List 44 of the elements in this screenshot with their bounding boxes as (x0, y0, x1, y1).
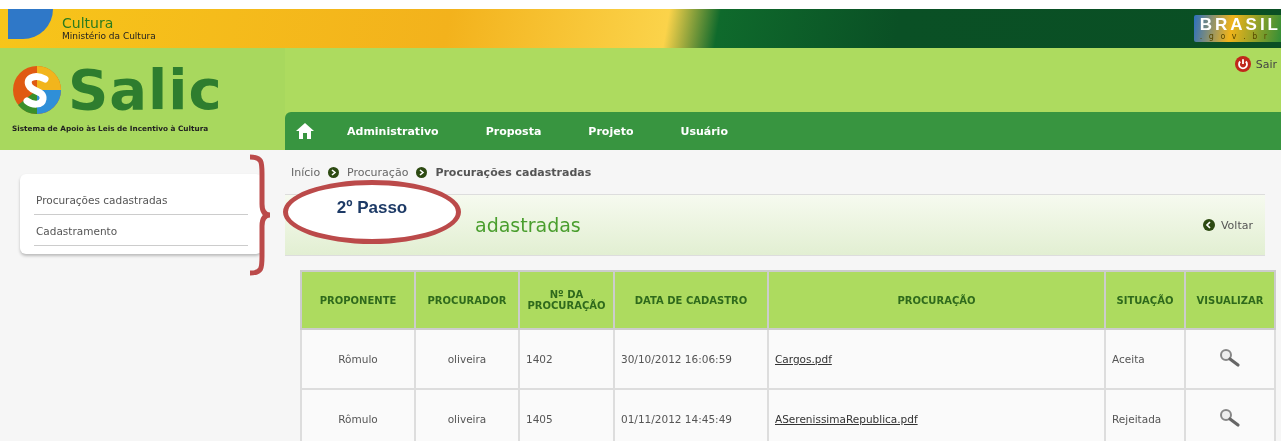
table-cell: Rômulo (301, 389, 415, 441)
ministry-subtitle: Ministério da Cultura (62, 32, 156, 41)
column-header: Nº DA PROCURAÇÃO (519, 271, 614, 329)
back-link[interactable]: Voltar (1202, 218, 1253, 232)
logo-text: Salic (68, 62, 223, 118)
nav-item[interactable]: Administrativo (347, 124, 439, 138)
chevron-icon (328, 166, 340, 178)
nav-item[interactable]: Proposta (485, 124, 542, 138)
nav-item[interactable]: Usuário (680, 124, 728, 138)
page-title: adastradas (475, 214, 581, 236)
chevron-icon (416, 166, 428, 178)
table-cell: 1402 (519, 329, 614, 389)
column-header: VISUALIZAR (1185, 271, 1275, 329)
file-link[interactable]: Cargos.pdf (775, 353, 832, 365)
ministry-title: Cultura (62, 16, 115, 30)
back-icon (1202, 219, 1215, 231)
table-cell: oliveira (415, 389, 519, 441)
column-header: PROPONENTE (301, 271, 415, 329)
table-cell: 1405 (519, 389, 614, 441)
file-link[interactable]: ASerenissimaRepublica.pdf (775, 413, 918, 425)
logo-icon (12, 65, 62, 115)
table-cell: Aceita (1105, 329, 1185, 389)
column-header: PROCURAÇÃO (768, 271, 1105, 329)
nav-item[interactable]: Projeto (588, 124, 634, 138)
breadcrumb-item[interactable]: Procurações cadastradas (435, 165, 592, 179)
table-cell: 01/11/2012 14:45:49 (614, 389, 768, 441)
breadcrumb-item[interactable]: Procuração (347, 165, 409, 179)
flag-corner-icon (8, 9, 53, 39)
column-header: DATA DE CADASTRO (614, 271, 768, 329)
annotation-callout: 2º Passo (283, 180, 461, 244)
table-cell: oliveira (415, 329, 519, 389)
breadcrumb-item[interactable]: Início (291, 165, 321, 179)
power-icon (1234, 56, 1251, 72)
search-icon[interactable] (1219, 408, 1241, 428)
sidebar-item[interactable]: Cadastramento (34, 215, 248, 246)
home-icon[interactable] (295, 122, 315, 140)
column-header: SITUAÇÃO (1105, 271, 1185, 329)
logout-link[interactable]: Sair (1234, 56, 1277, 72)
table-cell: Rejeitada (1105, 389, 1185, 441)
table-cell: 30/10/2012 16:06:59 (614, 329, 768, 389)
table-cell: Rômulo (301, 329, 415, 389)
search-icon[interactable] (1219, 348, 1241, 368)
column-header: PROCURADOR (415, 271, 519, 329)
sidebar-item[interactable]: Procurações cadastradas (34, 184, 248, 215)
